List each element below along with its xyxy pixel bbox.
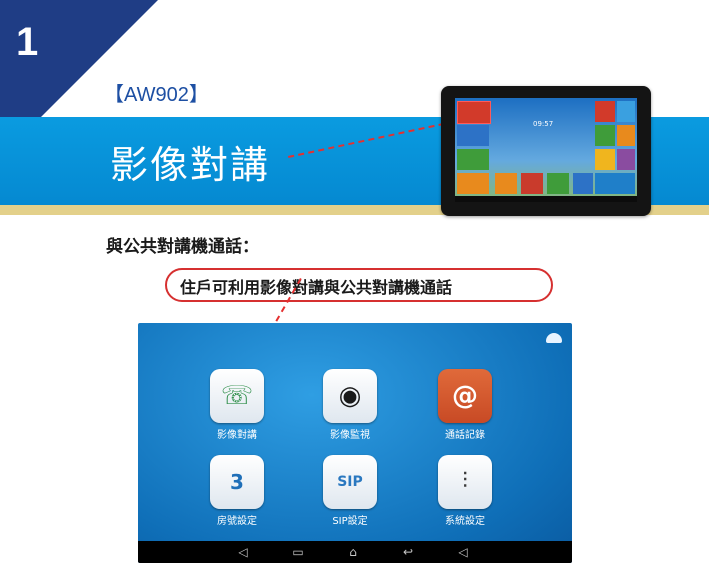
tablet-tile-book (595, 149, 615, 170)
address-book-icon: @ (452, 381, 478, 411)
app-label-video-intercom: 影像對講 (217, 430, 257, 441)
app-video-monitor[interactable]: ◉ (323, 369, 377, 423)
app-room-settings[interactable]: 3 (210, 455, 264, 509)
tablet-screen: 09:57 (455, 98, 637, 202)
tablet-tile-home (457, 149, 489, 170)
app-call-records[interactable]: @ (438, 369, 492, 423)
tablet-tile-puzzle (617, 125, 635, 146)
device-screenshot: ☏ 影像對講 ◉ 影像監視 @ 通話記錄 3 房號設定 SIP SIP設定 ⫶ … (138, 323, 572, 563)
app-sip-settings[interactable]: SIP (323, 455, 377, 509)
sliders-icon: ⫶ (462, 469, 468, 494)
app-system-settings[interactable]: ⫶ (438, 455, 492, 509)
tablet-tile-weather (595, 173, 635, 194)
tablet-tile-call (547, 173, 569, 194)
tablet-tile-message (495, 173, 517, 194)
tablet-tile-intercom (457, 101, 491, 124)
tablet-tile-grid (617, 101, 635, 122)
tablet-tile-family (457, 173, 489, 194)
tablet-tile-mail (521, 173, 543, 194)
volume-up-icon[interactable]: ◁ (453, 544, 473, 560)
back-icon[interactable]: ↩ (398, 544, 418, 560)
section-title: 與公共對講機通話： (106, 237, 259, 257)
home-icon[interactable]: ⌂ (343, 544, 363, 560)
android-nav-bar: ◁ ▭ ⌂ ↩ ◁ (138, 541, 572, 563)
camera-lens-icon: ◉ (338, 381, 362, 411)
callout-text: 住戶可利用影像對講與公共對講機通話 (180, 278, 453, 297)
tablet-navbar (455, 196, 637, 202)
app-label-system-settings: 系統設定 (445, 516, 485, 527)
banner-title: 影像對講 (110, 143, 271, 187)
app-video-intercom[interactable]: ☏ (210, 369, 264, 423)
volume-down-icon[interactable]: ◁ (233, 544, 253, 560)
tablet-image: 09:57 (441, 86, 651, 216)
recent-apps-icon[interactable]: ▭ (288, 544, 308, 560)
tablet-tile-phone (573, 173, 593, 194)
tablet-clock: 09:57 (533, 120, 554, 128)
app-label-video-monitor: 影像監視 (330, 430, 370, 441)
tablet-tile-sos (595, 101, 615, 122)
tablet-tile-chart (617, 149, 635, 170)
phone-status-icon (546, 333, 562, 343)
house-icon: 3 (230, 470, 244, 494)
app-label-room-settings: 房號設定 (217, 516, 257, 527)
slide-number: 1 (16, 20, 39, 64)
tablet-tile-doc (595, 125, 615, 146)
app-label-sip-settings: SIP設定 (332, 516, 368, 527)
model-label: 【AW902】 (104, 84, 209, 106)
app-label-call-records: 通話記錄 (445, 430, 485, 441)
tablet-tile-shield (457, 125, 489, 146)
phone-handset-icon: ☏ (220, 381, 254, 411)
sip-icon: SIP (337, 474, 363, 490)
